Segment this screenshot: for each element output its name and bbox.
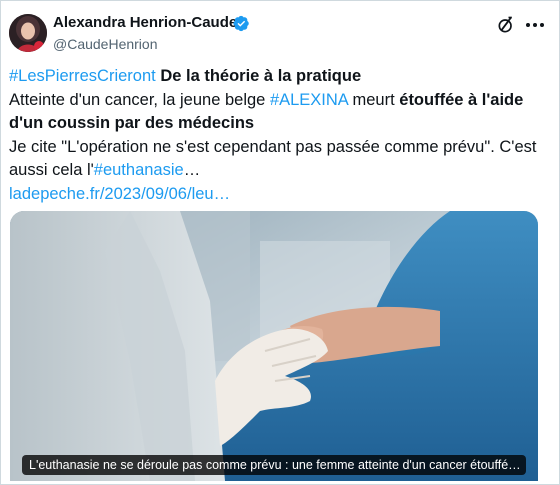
text-bold: étouffée à l'aide [399, 90, 524, 109]
hashtag-link[interactable]: #ALEXINA [270, 91, 348, 109]
more-options-icon[interactable] [524, 16, 546, 34]
avatar[interactable] [9, 14, 47, 52]
article-link[interactable]: ladepeche.fr/2023/09/06/leu… [9, 185, 230, 203]
hashtag-link[interactable]: #euthanasie [94, 161, 184, 179]
text-segment: meurt [347, 90, 400, 109]
link-card-caption: L'euthanasie ne se déroule pas comme pré… [22, 455, 526, 475]
verified-badge-icon [233, 15, 249, 32]
text-segment: … [183, 161, 201, 179]
tweet-card[interactable]: Alexandra Henrion-Caude @CaudeHenrion #L… [0, 0, 560, 485]
text-segment: aussi cela l' [9, 161, 94, 179]
author-name[interactable]: Alexandra Henrion-Caude [53, 14, 237, 31]
text-segment: Atteinte d'un cancer, la jeune belge [9, 90, 270, 109]
hashtag-link[interactable]: #LesPierresCrieront [9, 67, 156, 85]
author-handle[interactable]: @CaudeHenrion [53, 36, 158, 52]
text-bold: d'un coussin par des médecins [9, 114, 255, 132]
tweet-title: De la théorie à la pratique [155, 67, 362, 85]
tweet-text: #LesPierresCrieront De la théorie à la p… [9, 65, 551, 206]
x-logo-icon[interactable] [496, 15, 516, 35]
link-card-image[interactable]: L'euthanasie ne se déroule pas comme pré… [10, 211, 538, 481]
text-segment: Je cite "L'opération ne s'est cependant … [9, 137, 537, 156]
hospital-photo [10, 211, 538, 481]
